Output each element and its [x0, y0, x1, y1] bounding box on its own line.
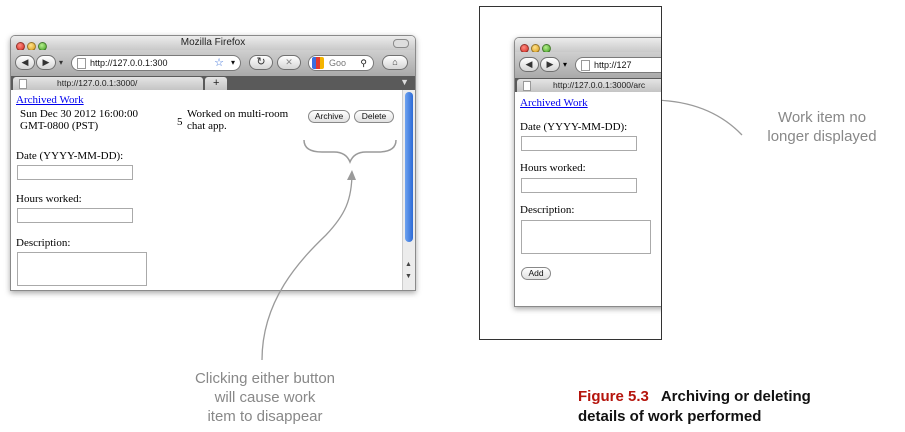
right-hours-label: Hours worked:	[520, 162, 586, 174]
right-tab-title: http://127.0.0.1:3000/arc	[553, 80, 646, 90]
left-arrowhead	[347, 170, 356, 180]
right-annotation-line1: Work item no	[777, 109, 867, 126]
right-date-field[interactable]	[521, 136, 637, 151]
figure-title-line2: details of work performed	[578, 408, 762, 425]
right-history-dropdown-icon[interactable]: ▾	[563, 60, 567, 69]
figure-title-line1: Archiving or deleting	[660, 388, 811, 405]
left-annotation: Clicking either button will cause work i…	[150, 369, 380, 426]
right-tab-bar: http://127.0.0.1:3000/arc	[515, 78, 661, 92]
right-back-button[interactable]: ◀	[519, 57, 539, 72]
left-pointer-line	[261, 171, 353, 361]
left-annotation-line1: Clicking either button	[194, 370, 336, 387]
right-pointer-line	[649, 99, 743, 136]
add-button[interactable]: Add	[521, 267, 551, 280]
right-browser-window: ◀ ▶ ▾ http://127 http://127.0.0.1:3000/a…	[514, 37, 661, 307]
right-annotation-line2: longer displayed	[767, 128, 877, 145]
right-nav-toolbar: ◀ ▶ ▾ http://127	[515, 52, 661, 78]
right-url-text: http://127	[594, 60, 632, 70]
left-annotation-line3: item to disappear	[207, 408, 323, 425]
left-annotation-graphic	[261, 96, 743, 361]
right-description-label: Description:	[520, 204, 575, 216]
figure-caption: Figure 5.3 Archiving or deleting details…	[578, 387, 903, 427]
right-archived-work-link[interactable]: Archived Work	[520, 97, 588, 109]
right-page-content: Archived Work Date (YYYY-MM-DD): Hours w…	[515, 92, 661, 306]
left-annotation-line2: will cause work	[214, 389, 316, 406]
right-title-bar	[515, 38, 661, 53]
right-tab-page-icon	[523, 81, 531, 91]
right-hours-field[interactable]	[521, 178, 637, 193]
right-tab-active[interactable]: http://127.0.0.1:3000/arc	[517, 79, 661, 92]
right-date-label: Date (YYYY-MM-DD):	[520, 121, 628, 133]
right-forward-button[interactable]: ▶	[540, 57, 560, 72]
buttons-brace	[303, 139, 397, 165]
right-panel-frame: ◀ ▶ ▾ http://127 http://127.0.0.1:3000/a…	[479, 6, 662, 340]
right-url-bar[interactable]: http://127	[575, 57, 661, 73]
figure-caption-line1: Figure 5.3 Archiving or deleting	[578, 387, 903, 407]
right-description-field[interactable]	[521, 220, 651, 254]
figure-number: Figure 5.3	[578, 388, 649, 405]
right-annotation: Work item no longer displayed	[742, 108, 902, 146]
right-page-icon	[581, 60, 590, 71]
